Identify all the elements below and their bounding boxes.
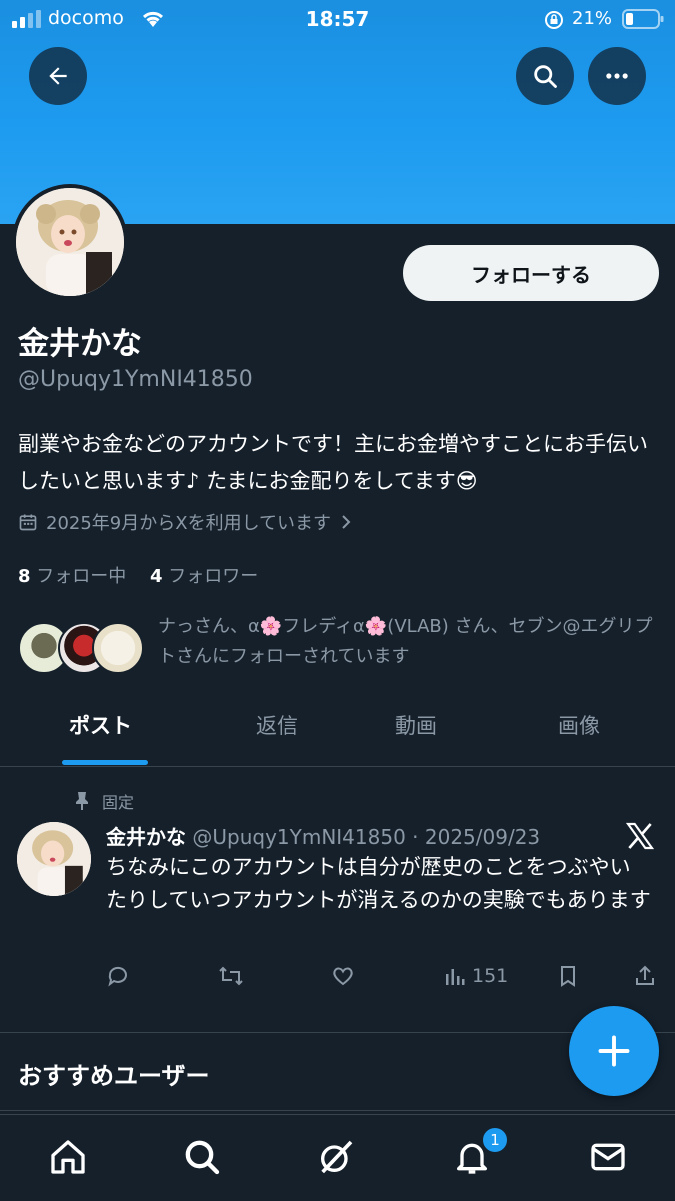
profile-name: 金井かな [18,326,142,362]
reply-icon [108,966,127,987]
avatar-illustration [16,188,124,296]
orientation-lock-icon [545,11,563,29]
followed-by-text[interactable]: ナっさん、α🌸フレディα🌸(VLAB) さん、セブン@エグリプトさんにフォローさ… [158,612,658,672]
nav-messages[interactable] [586,1135,630,1179]
follow-counts: 8 フォロー中 4 フォロワー [18,562,258,588]
repost-button[interactable] [218,964,244,988]
joined-date: 2025年9月からXを利用しています [46,513,332,534]
search-icon [185,1140,220,1175]
follow-button[interactable]: フォローする [403,245,659,301]
back-button[interactable] [29,47,87,105]
active-tab-indicator [62,760,148,765]
search-icon [534,65,557,88]
home-icon [51,1140,85,1174]
followers-label: フォロワー [168,566,259,587]
recommended-users-title: おすすめユーザー [18,1062,210,1090]
post-actions: 151 [0,964,675,994]
post-header: 金井かな @Upuqy1YmNI41850 · 2025/09/23 [106,821,540,850]
nav-grok[interactable] [314,1135,358,1179]
repost-icon [219,966,243,986]
followers-count: 4 [150,566,163,587]
share-icon [636,965,654,985]
post-meta[interactable]: @Upuqy1YmNI41850 · 2025/09/23 [192,825,540,849]
pinned-label: 固定 [102,793,135,812]
joined-date-row[interactable]: 2025年9月からXを利用しています [18,509,353,535]
followers-link[interactable]: 4 フォロワー [150,566,258,587]
bottom-navigation [0,1114,675,1201]
follower-avatar[interactable] [92,622,144,674]
battery-percent: 21% [572,8,613,29]
following-label: フォロー中 [36,566,127,587]
battery-icon [622,9,664,29]
profile-avatar[interactable] [12,184,128,300]
nav-search[interactable] [180,1135,224,1179]
heart-icon [333,967,353,986]
bookmark-icon [561,966,575,987]
share-button[interactable] [634,964,656,988]
pinned-indicator: 固定 [72,789,134,813]
nav-home[interactable] [46,1135,90,1179]
profile-handle: @Upuqy1YmNI41850 [18,367,253,392]
tab-images[interactable]: 画像 [558,710,600,740]
avatar-image [16,188,124,296]
back-arrow-icon [49,67,67,85]
bookmark-button[interactable] [557,964,579,988]
compose-post-button[interactable] [569,1006,659,1096]
calendar-icon [19,514,37,531]
pin-icon [76,792,88,810]
chevron-right-icon [342,515,351,529]
search-button[interactable] [516,47,574,105]
plus-icon [598,1035,630,1067]
following-link[interactable]: 8 フォロー中 [18,566,126,587]
mail-icon [591,1143,625,1171]
more-button[interactable] [588,47,646,105]
grok-icon [321,1140,353,1174]
more-icon [606,73,628,79]
profile-tabs: ポスト 返信 動画 画像 [0,688,675,767]
views-count: 151 [472,965,509,987]
tab-posts[interactable]: ポスト [69,710,132,740]
notification-badge: 1 [481,1126,509,1154]
x-logo-icon[interactable] [624,820,656,852]
profile-bio: 副業やお金などのアカウントです！主にお金増やすことにお手伝いしたいと思います♪ … [18,432,648,493]
post-text: ちなみにこのアカウントは自分が歴史のことをつぶやいたりしていつアカウントが消える… [106,855,651,912]
status-bar: docomo 18:57 21% [0,0,675,38]
tab-videos[interactable]: 動画 [395,710,437,740]
following-count: 8 [18,566,31,587]
tab-replies[interactable]: 返信 [256,710,298,740]
analytics-icon [446,969,465,985]
views-button[interactable]: 151 [444,964,508,988]
like-button[interactable] [331,964,355,988]
avatar-illustration [17,822,91,896]
reply-button[interactable] [106,964,130,988]
post-author-name[interactable]: 金井かな [106,825,186,849]
section-divider [0,1110,675,1111]
post-author-avatar[interactable] [17,822,91,896]
